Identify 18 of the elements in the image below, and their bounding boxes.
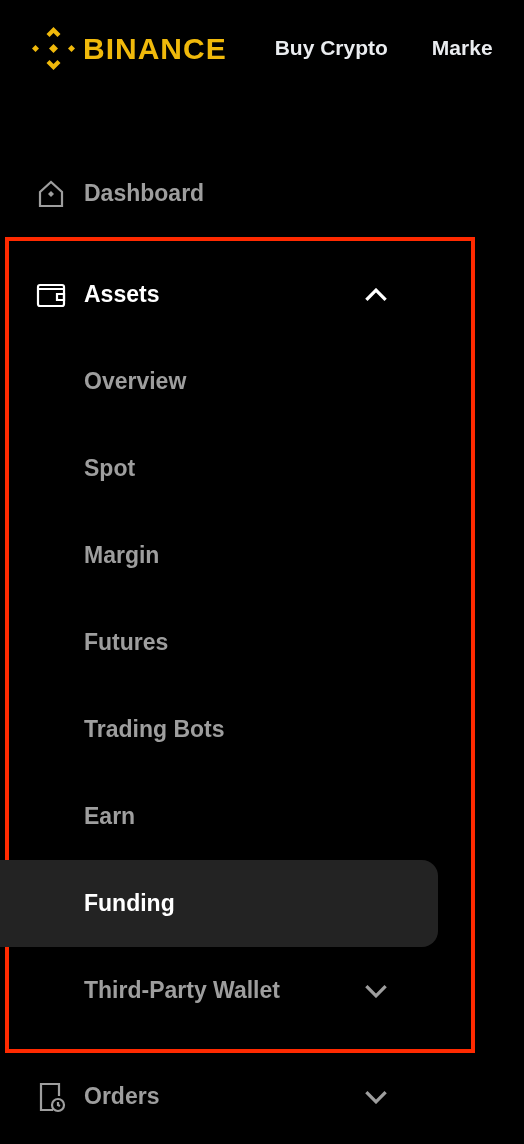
submenu-item[interactable]: Earn: [0, 773, 438, 860]
logo-icon: [32, 26, 75, 70]
submenu-item[interactable]: Funding: [0, 860, 438, 947]
submenu-item[interactable]: Spot: [0, 425, 438, 512]
nav-link[interactable]: Marke: [431, 32, 493, 64]
nav-link[interactable]: Buy Crypto: [274, 32, 388, 64]
chevron-up-icon: [365, 287, 387, 302]
chevron-down-icon: [365, 983, 387, 998]
brand-name: BINANCE: [83, 30, 227, 67]
submenu-item[interactable]: Overview: [0, 338, 438, 425]
chevron-down-icon: [365, 1089, 387, 1104]
submenu-item[interactable]: Trading Bots: [0, 686, 438, 773]
sidebar-item[interactable]: Assets: [0, 251, 438, 338]
submenu-item[interactable]: Third-Party Wallet: [0, 947, 438, 1034]
sidebar-item[interactable]: Dashboard: [0, 150, 438, 237]
submenu-item[interactable]: Margin: [0, 512, 438, 599]
sidebar-item[interactable]: Orders: [0, 1053, 438, 1140]
submenu-item[interactable]: Futures: [0, 599, 438, 686]
